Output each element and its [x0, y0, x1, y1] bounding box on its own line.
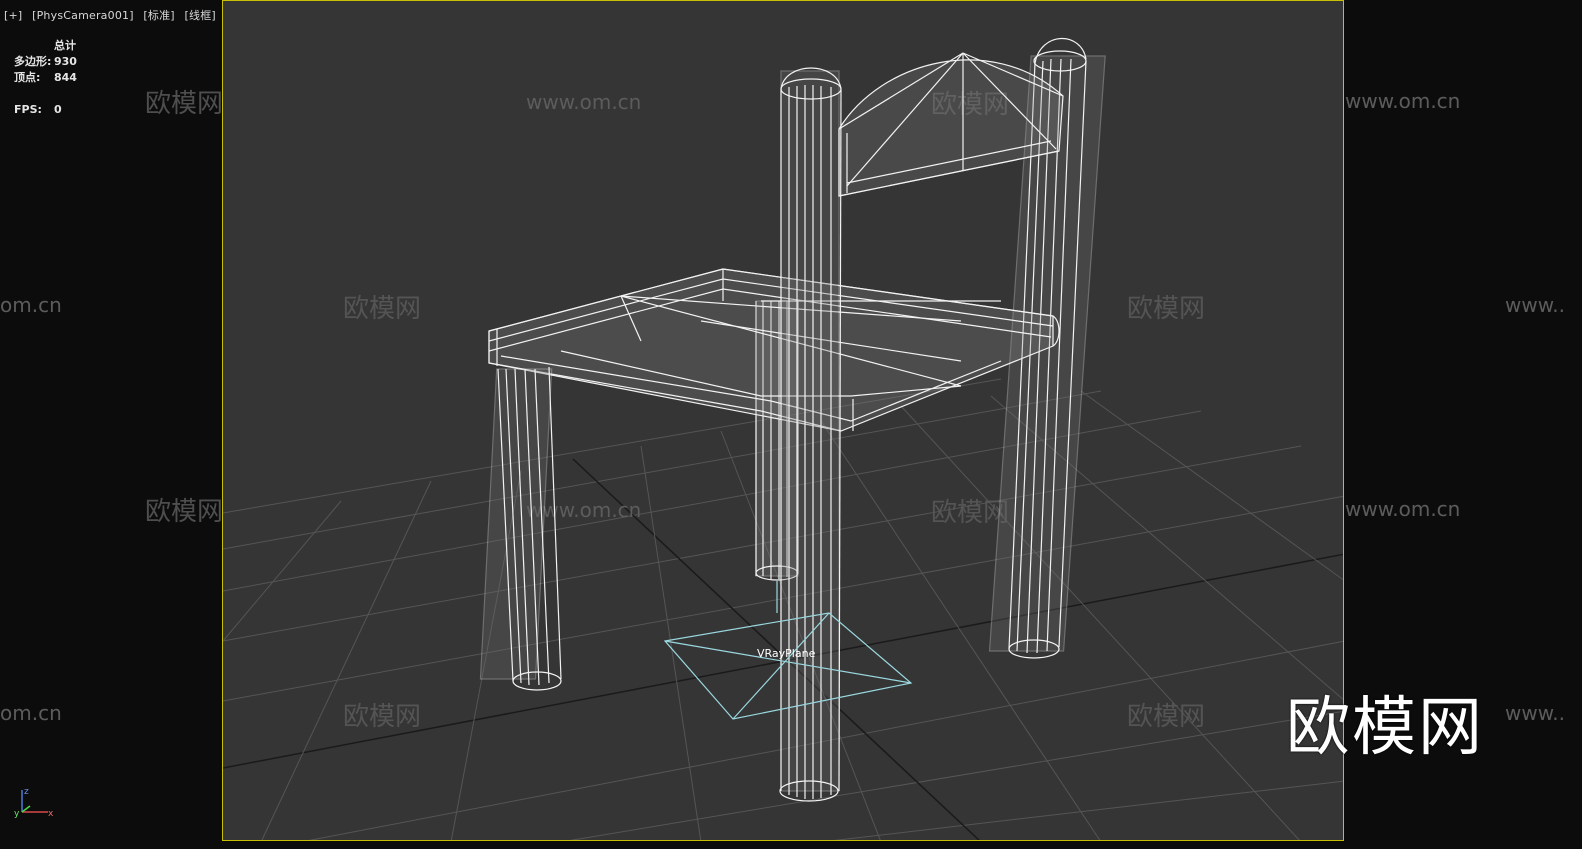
watermark-logo: 欧模网 [145, 497, 223, 527]
axis-gizmo: z x y [14, 787, 54, 819]
watermark-url-fragment: www.. [1505, 293, 1565, 317]
axis-z-label: z [24, 787, 29, 797]
axis-x-label: x [48, 809, 54, 819]
axis-y-label: y [14, 809, 20, 819]
vrayplane-label: VRayPlane [757, 647, 816, 660]
watermark-url-fragment: om.cn [0, 701, 62, 725]
watermark-url: www.om.cn [526, 90, 641, 114]
watermark-logo: 欧模网 [343, 294, 421, 324]
watermark-logo: 欧模网 [1127, 702, 1205, 732]
watermark-url-fragment: om.cn [0, 293, 62, 317]
watermark-url: www.om.cn [1345, 497, 1460, 521]
watermark-big-logo: 欧模网 [1286, 691, 1484, 765]
watermark-url-fragment: www.. [1505, 701, 1565, 725]
camera-viewport[interactable]: 欧模网 欧模网 欧模网 欧模网 欧模网 欧模网 www.om.cn www.om… [222, 0, 1344, 841]
chair-wireframe[interactable] [479, 37, 1106, 802]
watermark-url: www.om.cn [1345, 89, 1460, 113]
wireframe-scene[interactable]: 欧模网 欧模网 欧模网 欧模网 欧模网 欧模网 www.om.cn www.om… [223, 1, 1344, 841]
chair-seat[interactable] [488, 268, 1060, 432]
watermark-logo: 欧模网 [1127, 294, 1205, 324]
chair-post-front-right[interactable] [779, 67, 842, 802]
watermark-logo: 欧模网 [931, 498, 1009, 528]
watermark-logo: 欧模网 [343, 702, 421, 732]
watermark-logo: 欧模网 [145, 89, 223, 119]
